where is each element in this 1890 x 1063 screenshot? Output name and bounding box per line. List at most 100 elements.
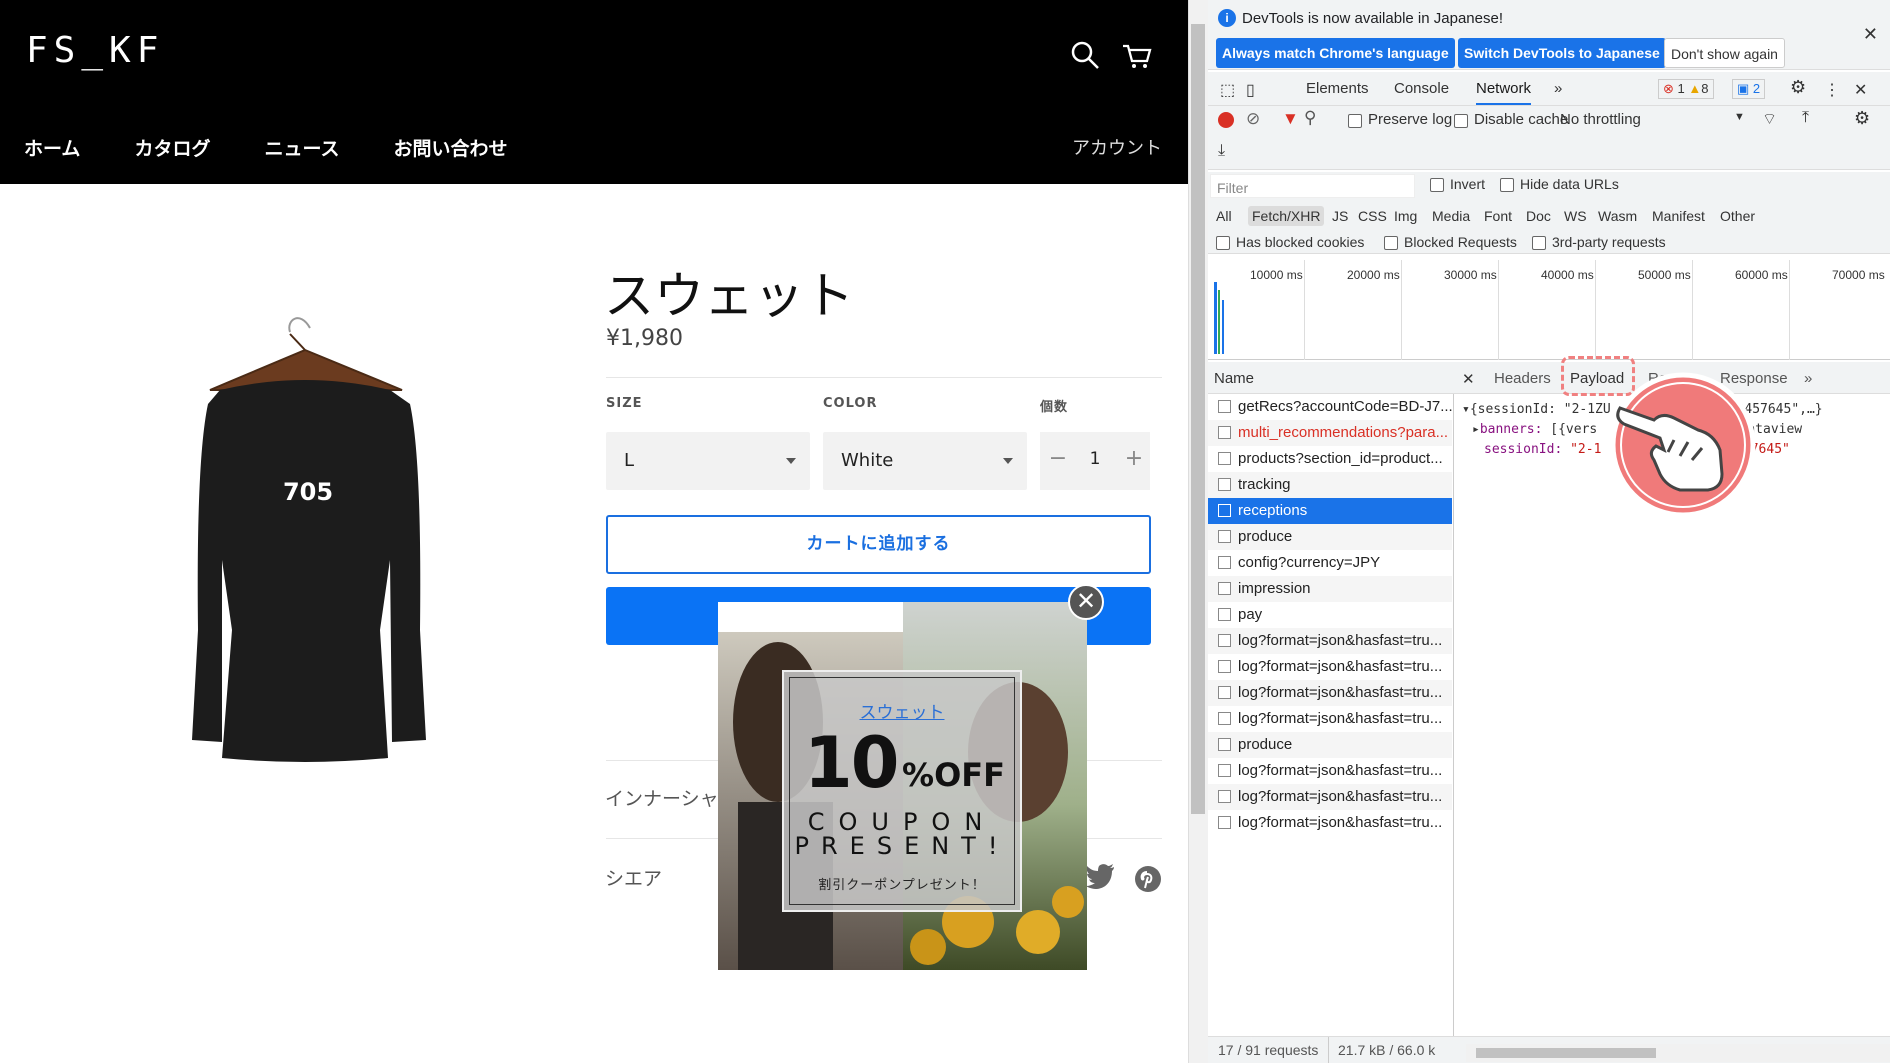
dont-show-again-button[interactable]: Don't show again	[1664, 38, 1785, 68]
tab-console[interactable]: Console	[1394, 80, 1449, 97]
quantity-stepper: − 1 +	[1040, 432, 1150, 490]
request-row-selected[interactable]: receptions	[1208, 498, 1452, 524]
nav-catalog[interactable]: カタログ	[134, 134, 210, 161]
network-toolbar: ⊘ ▼ ⚲ Preserve log Disable cache No thro…	[1208, 106, 1890, 170]
network-overview[interactable]: 10000 ms 20000 ms 30000 ms 40000 ms 5000…	[1208, 260, 1890, 360]
name-column-header[interactable]: Name	[1208, 362, 1454, 394]
account-link[interactable]: アカウント	[1072, 134, 1162, 160]
messages-counter[interactable]: ▣ 2	[1732, 79, 1766, 99]
filter-icon[interactable]: ▼	[1282, 109, 1299, 129]
nav-news[interactable]: ニュース	[264, 134, 339, 161]
language-infobar: i DevTools is now available in Japanese!…	[1208, 0, 1890, 70]
tab-headers[interactable]: Headers	[1494, 370, 1551, 387]
settings-icon[interactable]: ⚙	[1790, 77, 1806, 98]
request-row[interactable]: pay	[1208, 602, 1452, 628]
request-row[interactable]: log?format=json&hasfast=tru...	[1208, 784, 1452, 810]
scrollbar-thumb[interactable]	[1476, 1048, 1656, 1058]
request-row[interactable]: produce	[1208, 524, 1452, 550]
filter-fetch-xhr[interactable]: Fetch/XHR	[1248, 206, 1325, 226]
share-label: シエア	[605, 868, 663, 890]
horizontal-scrollbar[interactable]	[1466, 1044, 1890, 1062]
main-nav: ホーム カタログ ニュース お問い合わせ	[24, 134, 508, 161]
close-devtools-icon[interactable]: ✕	[1854, 80, 1867, 100]
close-icon[interactable]: ✕	[1863, 24, 1878, 45]
request-row[interactable]: log?format=json&hasfast=tru...	[1208, 680, 1452, 706]
devtools-panel: i DevTools is now available in Japanese!…	[1208, 0, 1890, 1063]
present-word: PRESENT!	[794, 832, 1010, 860]
invert-checkbox[interactable]	[1430, 178, 1444, 192]
filter-media[interactable]: Media	[1432, 208, 1470, 224]
request-row[interactable]: log?format=json&hasfast=tru...	[1208, 810, 1452, 836]
request-row[interactable]: config?currency=JPY	[1208, 550, 1452, 576]
blocked-cookies-label: Has blocked cookies	[1236, 234, 1365, 250]
issues-counter[interactable]: ⊗ 1 ▲8	[1658, 79, 1714, 99]
request-row[interactable]: log?format=json&hasfast=tru...	[1208, 706, 1452, 732]
request-row[interactable]: impression	[1208, 576, 1452, 602]
network-conditions-icon[interactable]: ⌔	[1762, 109, 1777, 129]
size-select[interactable]: L	[606, 432, 810, 490]
network-settings-icon[interactable]: ⚙	[1854, 108, 1870, 129]
filter-other[interactable]: Other	[1720, 208, 1755, 224]
filter-css[interactable]: CSS	[1358, 208, 1387, 224]
more-tabs-icon[interactable]: »	[1554, 80, 1562, 97]
nav-contact[interactable]: お問い合わせ	[394, 134, 508, 161]
filter-img[interactable]: Img	[1394, 208, 1417, 224]
scrollbar-thumb[interactable]	[1191, 24, 1205, 814]
coupon-subtitle: 割引クーポンプレゼント！	[818, 878, 986, 893]
search-icon[interactable]	[1068, 38, 1102, 72]
chevron-down-icon[interactable]: ▼	[1734, 111, 1745, 123]
filter-manifest[interactable]: Manifest	[1652, 208, 1705, 224]
tab-network[interactable]: Network	[1476, 80, 1532, 105]
clear-icon[interactable]: ⊘	[1246, 109, 1260, 129]
preserve-log-checkbox[interactable]	[1348, 114, 1362, 128]
device-toggle-icon[interactable]: ▯	[1246, 80, 1255, 100]
request-row[interactable]: products?section_id=product...	[1208, 446, 1452, 472]
twitter-icon[interactable]	[1086, 863, 1116, 889]
hide-data-urls-checkbox[interactable]	[1500, 178, 1514, 192]
quantity-input[interactable]: 1	[1080, 449, 1110, 469]
disable-cache-checkbox[interactable]	[1454, 114, 1468, 128]
quantity-minus-button[interactable]: −	[1044, 446, 1072, 471]
match-language-button[interactable]: Always match Chrome's language	[1216, 38, 1455, 68]
page-scrollbar[interactable]	[1188, 0, 1208, 1063]
blocked-requests-checkbox[interactable]	[1384, 236, 1398, 250]
site-logo[interactable]: FS_KF	[26, 30, 164, 71]
request-row[interactable]: log?format=json&hasfast=tru...	[1208, 628, 1452, 654]
filter-input[interactable]: Filter	[1210, 174, 1415, 198]
request-row[interactable]: produce	[1208, 732, 1452, 758]
import-har-icon[interactable]: ⤒	[1802, 109, 1809, 127]
nav-home[interactable]: ホーム	[24, 134, 80, 161]
cart-icon[interactable]	[1120, 38, 1154, 72]
timeline-tick: 30000 ms	[1444, 268, 1497, 282]
inspect-icon[interactable]: ⬚	[1220, 80, 1235, 100]
filter-all[interactable]: All	[1216, 208, 1232, 224]
add-to-cart-button[interactable]: カートに追加する	[606, 515, 1151, 574]
tab-elements[interactable]: Elements	[1306, 80, 1369, 97]
color-select[interactable]: White	[823, 432, 1027, 490]
request-row[interactable]: multi_recommendations?para...	[1208, 420, 1452, 446]
request-row[interactable]: log?format=json&hasfast=tru...	[1208, 758, 1452, 784]
more-options-icon[interactable]: ⋮	[1824, 80, 1840, 100]
request-row[interactable]: getRecs?accountCode=BD-J7...	[1208, 394, 1452, 420]
switch-japanese-button[interactable]: Switch DevTools to Japanese	[1458, 38, 1666, 68]
close-detail-icon[interactable]: ✕	[1462, 370, 1475, 388]
quantity-plus-button[interactable]: +	[1120, 446, 1148, 471]
more-tabs-icon[interactable]: »	[1804, 370, 1812, 387]
pinterest-icon[interactable]	[1134, 865, 1162, 893]
export-har-icon[interactable]: ⤓	[1218, 142, 1225, 160]
request-row[interactable]: log?format=json&hasfast=tru...	[1208, 654, 1452, 680]
third-party-checkbox[interactable]	[1532, 236, 1546, 250]
record-icon[interactable]	[1218, 112, 1234, 128]
popup-close-button[interactable]: ✕	[1068, 584, 1104, 620]
filter-font[interactable]: Font	[1484, 208, 1512, 224]
timeline-tick: 40000 ms	[1541, 268, 1594, 282]
blocked-cookies-checkbox[interactable]	[1216, 236, 1230, 250]
filter-ws[interactable]: WS	[1564, 208, 1587, 224]
throttling-select[interactable]: No throttling	[1560, 111, 1641, 128]
search-icon[interactable]: ⚲	[1304, 108, 1316, 128]
filter-wasm[interactable]: Wasm	[1598, 208, 1637, 224]
filter-js[interactable]: JS	[1332, 208, 1348, 224]
request-row[interactable]: tracking	[1208, 472, 1452, 498]
coupon-product-link[interactable]: スウェット	[790, 698, 1014, 723]
filter-doc[interactable]: Doc	[1526, 208, 1551, 224]
